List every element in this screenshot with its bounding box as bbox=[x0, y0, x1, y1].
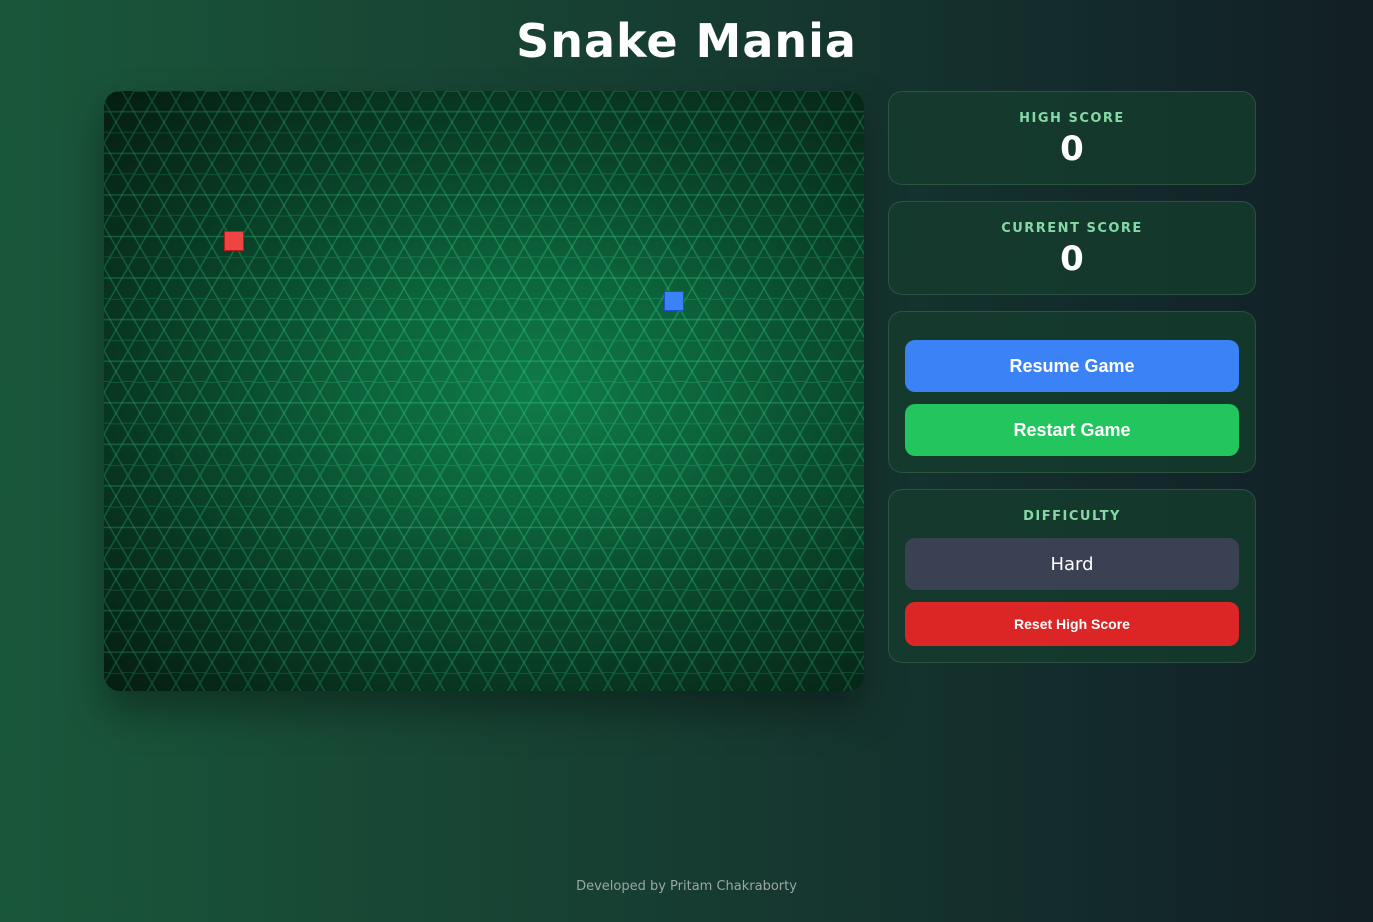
footer-credit: Developed by Pritam Chakraborty bbox=[576, 879, 797, 894]
high-score-value: 0 bbox=[1060, 129, 1084, 169]
reset-high-score-button[interactable]: Reset High Score bbox=[905, 602, 1239, 646]
difficulty-card: DIFFICULTY Hard Reset High Score bbox=[888, 489, 1256, 663]
current-score-card: CURRENT SCORE 0 bbox=[888, 201, 1256, 295]
game-board[interactable] bbox=[104, 91, 864, 691]
food-pellet bbox=[224, 231, 244, 251]
page-title: Snake Mania bbox=[516, 14, 857, 68]
current-score-value: 0 bbox=[1060, 239, 1084, 279]
resume-game-button[interactable]: Resume Game bbox=[905, 340, 1239, 392]
restart-game-button[interactable]: Restart Game bbox=[905, 404, 1239, 456]
game-controls-card: Resume Game Restart Game bbox=[888, 311, 1256, 473]
hex-pattern bbox=[104, 91, 864, 691]
snake-head bbox=[664, 291, 684, 311]
high-score-card: HIGH SCORE 0 bbox=[888, 91, 1256, 185]
difficulty-button[interactable]: Hard bbox=[905, 538, 1239, 590]
difficulty-label: DIFFICULTY bbox=[1023, 509, 1121, 524]
high-score-label: HIGH SCORE bbox=[1019, 111, 1125, 126]
current-score-label: CURRENT SCORE bbox=[1001, 221, 1143, 236]
